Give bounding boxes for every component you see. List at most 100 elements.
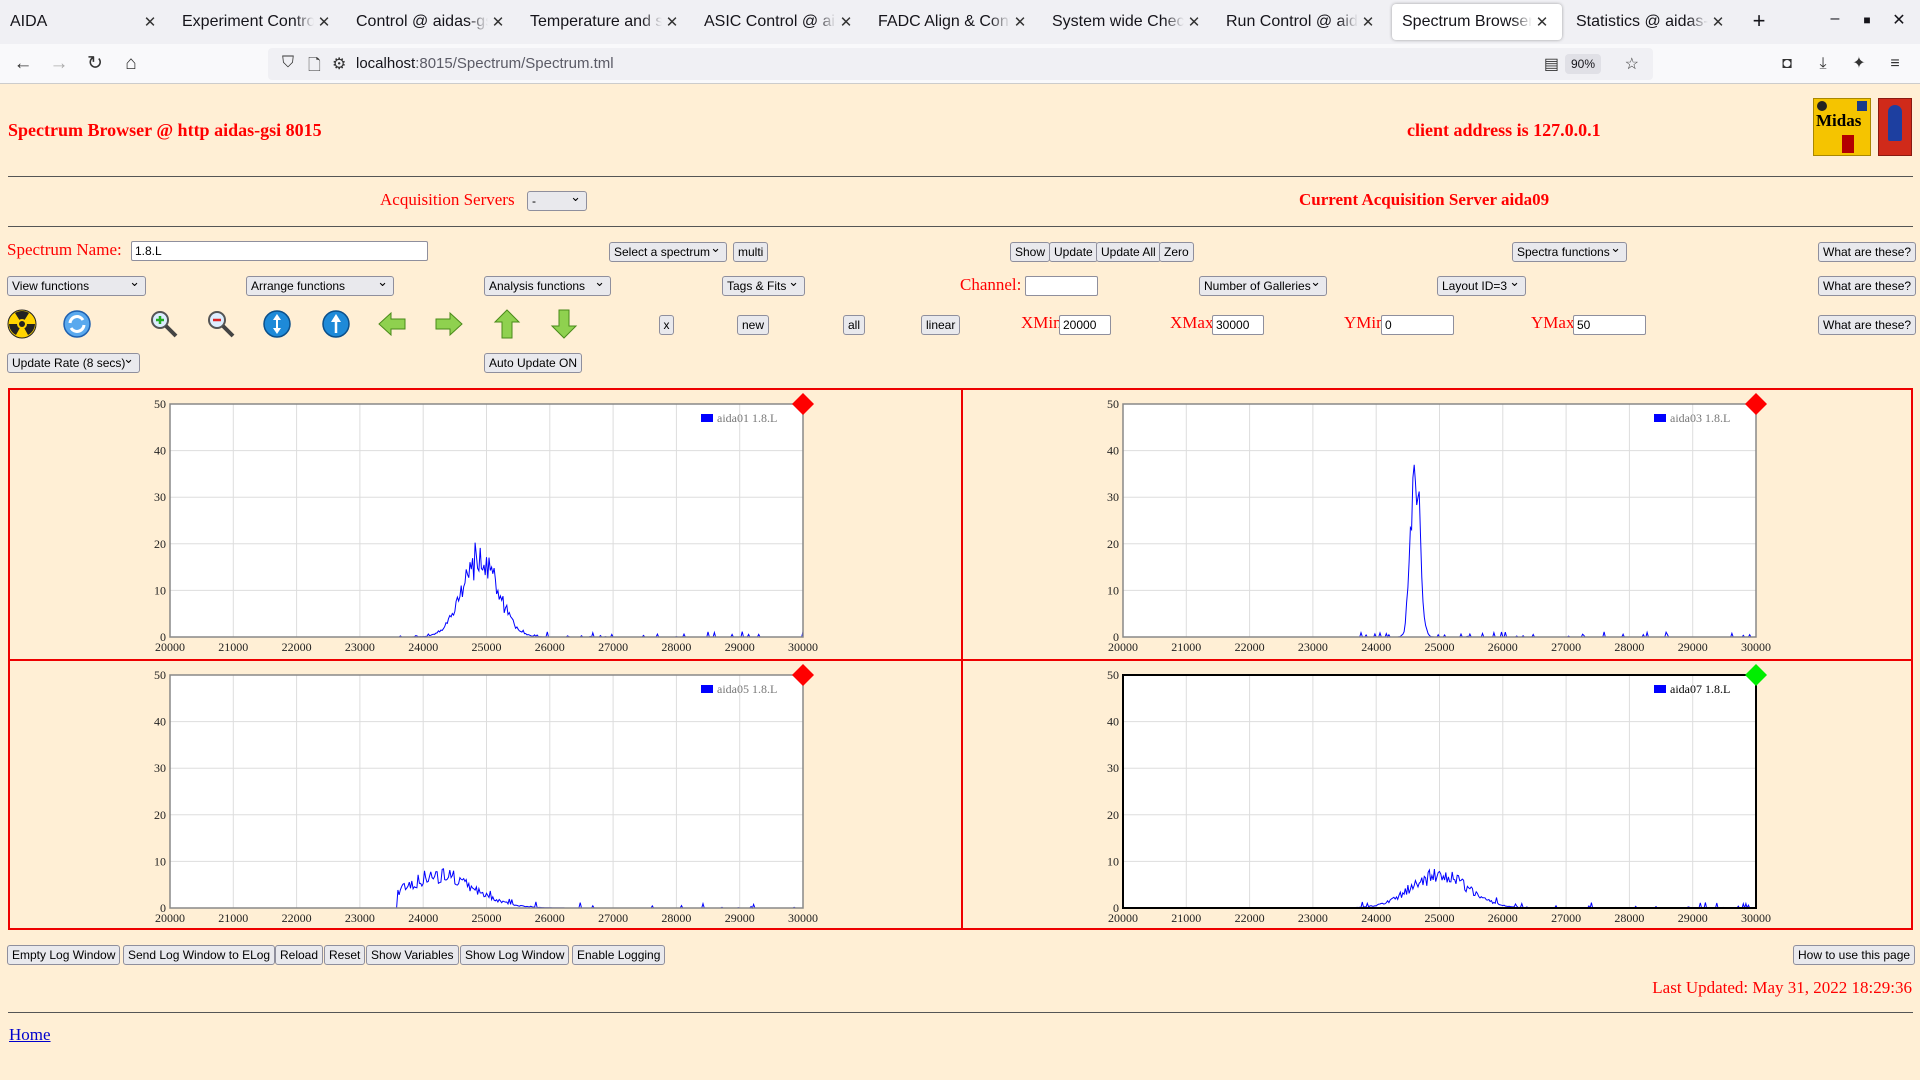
show-log-window-button[interactable]: Show Log Window — [460, 945, 570, 965]
tab-control[interactable]: Control @ aidas-gsi ✕ — [346, 4, 518, 40]
update-rate-dropdown[interactable]: Update Rate (8 secs) — [7, 350, 140, 373]
zoom-in-icon[interactable] — [148, 308, 180, 340]
what-are-these-button-3[interactable]: What are these? — [1818, 315, 1917, 335]
close-icon[interactable]: ✕ — [1010, 13, 1030, 31]
what-are-these-button-1[interactable]: What are these? — [1818, 242, 1917, 262]
url-bar[interactable]: ⛉ 🗋 ⚙ localhost:8015/Spectrum/Spectrum.t… — [268, 48, 1653, 80]
reload-icon[interactable]: ↻ — [82, 52, 108, 76]
view-functions-dropdown[interactable]: View functions — [7, 273, 146, 296]
close-icon[interactable]: ✕ — [314, 13, 334, 31]
arrow-right-icon[interactable] — [433, 308, 465, 340]
close-icon[interactable]: ✕ — [1708, 13, 1728, 31]
url-text[interactable]: localhost:8015/Spectrum/Spectrum.tml — [356, 55, 614, 72]
show-variables-button[interactable]: Show Variables — [366, 945, 459, 965]
download-icon[interactable]: ⤓ — [1810, 52, 1836, 76]
tab-fadc-align[interactable]: FADC Align & Control✕ — [868, 4, 1040, 40]
window-close-icon[interactable]: ✕ — [1884, 10, 1914, 30]
empty-log-window-button[interactable]: Empty Log Window — [7, 945, 121, 965]
all-button[interactable]: all — [843, 315, 866, 335]
close-icon[interactable]: ✕ — [662, 13, 682, 31]
tab-system-checks[interactable]: System wide Checks @✕ — [1042, 4, 1214, 40]
spectrum-panel-aida05[interactable]: 20000 21000 22000 23000 24000 25000 26000 27000… — [10, 661, 961, 931]
close-icon[interactable]: ✕ — [140, 13, 160, 31]
select-spectrum-dropdown[interactable]: Select a spectrum — [609, 239, 727, 262]
multi-button[interactable]: multi — [733, 242, 769, 262]
arrow-down-icon[interactable] — [548, 308, 580, 340]
back-icon[interactable]: ← — [10, 52, 36, 76]
arrow-up-icon[interactable] — [491, 308, 523, 340]
tab-asic-control[interactable]: ASIC Control @ aidas✕ — [694, 4, 866, 40]
forward-icon[interactable]: → — [46, 52, 72, 76]
update-button[interactable]: Update — [1049, 242, 1098, 262]
acquisition-server-select[interactable]: - — [527, 188, 587, 211]
show-button[interactable]: Show — [1010, 242, 1051, 262]
spectrum-chart-aida01[interactable]: 20000 21000 22000 23000 24000 25000 26000 27000… — [10, 390, 961, 658]
zoom-out-icon[interactable] — [205, 308, 237, 340]
shield-icon[interactable]: ⛉ — [282, 54, 294, 72]
expand-y-icon[interactable] — [261, 308, 293, 340]
what-are-these-button-2[interactable]: What are these? — [1818, 276, 1917, 296]
zoom-level[interactable]: 90% — [1564, 54, 1601, 74]
minimize-icon[interactable]: – — [1820, 10, 1850, 28]
close-icon[interactable]: ✕ — [488, 13, 508, 31]
spectrum-panel-aida01[interactable]: 20000 21000 22000 23000 24000 25000 26000 27000… — [10, 390, 961, 660]
reset-button[interactable]: Reset — [324, 945, 366, 965]
maximize-icon[interactable]: ■ — [1852, 13, 1882, 27]
tags-fits-dropdown[interactable]: Tags & Fits — [722, 273, 805, 296]
number-of-galleries-dropdown[interactable]: Number of Galleries — [1199, 273, 1327, 296]
layout-dropdown[interactable]: Layout ID=3 — [1437, 273, 1526, 296]
extensions-icon[interactable]: ✦ — [1846, 52, 1872, 76]
home-icon[interactable]: ⌂ — [118, 52, 144, 76]
tab-label: Temperature and stat — [530, 13, 662, 30]
close-icon[interactable]: ✕ — [1358, 13, 1378, 31]
close-icon[interactable]: ✕ — [836, 13, 856, 31]
expand-x-icon[interactable] — [320, 308, 352, 340]
zero-button[interactable]: Zero — [1159, 242, 1194, 262]
arrange-functions-dropdown[interactable]: Arrange functions — [246, 273, 394, 296]
bookmark-star-icon[interactable]: ☆ — [1625, 54, 1639, 74]
enable-logging-button[interactable]: Enable Logging — [572, 945, 666, 965]
spectrum-panel-aida03[interactable]: 20000 21000 22000 23000 24000 25000 26000 27000… — [963, 390, 1914, 660]
reload-button[interactable]: Reload — [275, 945, 324, 965]
close-icon[interactable]: ✕ — [1184, 13, 1204, 31]
spectrum-chart-aida03[interactable]: 20000 21000 22000 23000 24000 25000 26000 27000… — [963, 390, 1914, 658]
spectra-functions-dropdown[interactable]: Spectra functions — [1512, 239, 1627, 262]
refresh-icon[interactable] — [61, 308, 93, 340]
channel-input[interactable] — [1025, 276, 1098, 296]
arrow-left-icon[interactable] — [376, 308, 408, 340]
spectrum-name-input[interactable]: 1.8.L — [131, 241, 428, 261]
xmax-input[interactable]: 30000 — [1212, 315, 1264, 335]
tab-statistics[interactable]: Statistics @ aidas-gsi✕ — [1566, 4, 1738, 40]
pocket-icon[interactable]: ◘ — [1774, 52, 1800, 76]
send-log-elog-button[interactable]: Send Log Window to ELog — [123, 945, 276, 965]
acquisition-servers-label: Acquisition Servers — [380, 190, 515, 209]
y-tick-label: 10 — [1107, 583, 1119, 597]
tab-temperature[interactable]: Temperature and stat✕ — [520, 4, 692, 40]
new-button[interactable]: new — [737, 315, 770, 335]
spectrum-panel-aida07[interactable]: 20000 21000 22000 23000 24000 25000 26000 27000… — [963, 661, 1914, 931]
how-to-use-button[interactable]: How to use this page — [1793, 945, 1916, 965]
reader-view-icon[interactable]: ▤ — [1544, 54, 1559, 74]
tcl-logo-feather — [1888, 105, 1902, 141]
radiation-icon[interactable] — [6, 308, 38, 340]
x-button[interactable]: x — [659, 315, 674, 335]
tab-run-control[interactable]: Run Control @ aidas-✕ — [1216, 4, 1388, 40]
ymax-input[interactable]: 50 — [1573, 315, 1646, 335]
spectrum-chart-aida05[interactable]: 20000 21000 22000 23000 24000 25000 26000 27000… — [10, 661, 961, 929]
tab-spectrum-browser[interactable]: Spectrum Browser @✕ — [1392, 4, 1562, 40]
y-tick-label: 20 — [1107, 808, 1119, 822]
spectrum-chart-aida07[interactable]: 20000 21000 22000 23000 24000 25000 26000 27000… — [963, 661, 1914, 929]
tab-experiment-control[interactable]: Experiment Control @✕ — [172, 4, 344, 40]
home-link[interactable]: Home — [9, 1025, 51, 1045]
tab-aida[interactable]: AIDA ✕ — [0, 4, 170, 40]
permissions-icon[interactable]: ⚙ — [332, 54, 346, 74]
auto-update-button[interactable]: Auto Update ON — [484, 353, 583, 373]
analysis-functions-dropdown[interactable]: Analysis functions — [484, 273, 611, 296]
new-tab-icon[interactable]: + — [1744, 8, 1774, 34]
linear-button[interactable]: linear — [921, 315, 961, 335]
ymin-input[interactable]: 0 — [1381, 315, 1454, 335]
menu-icon[interactable]: ≡ — [1882, 52, 1908, 76]
close-icon[interactable]: ✕ — [1532, 13, 1552, 31]
xmin-input[interactable]: 20000 — [1059, 315, 1111, 335]
update-all-button[interactable]: Update All — [1096, 242, 1161, 262]
